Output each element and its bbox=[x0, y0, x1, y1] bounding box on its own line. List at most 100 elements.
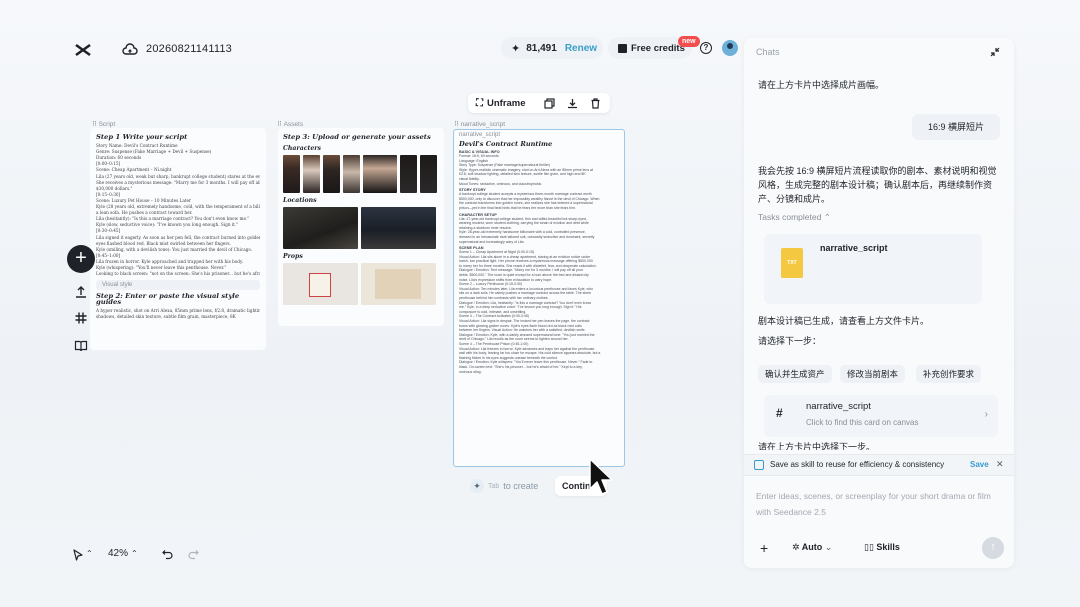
characters-row bbox=[283, 155, 439, 193]
delete-icon[interactable] bbox=[590, 97, 601, 109]
save-skill-button[interactable]: Save bbox=[970, 460, 989, 469]
locations-row bbox=[283, 207, 439, 249]
character-thumbnail[interactable] bbox=[343, 155, 360, 193]
story-lines: A bankrupt college student accepts a mys… bbox=[459, 192, 619, 210]
pointer-tool-icon[interactable] bbox=[72, 549, 84, 561]
tasks-completed-toggle[interactable]: Tasks completed ⌃ bbox=[758, 212, 831, 223]
download-icon[interactable] bbox=[567, 98, 578, 109]
renew-link[interactable]: Renew bbox=[565, 43, 597, 54]
chevron-up-icon[interactable]: ⌃ bbox=[131, 549, 138, 558]
redo-icon[interactable] bbox=[188, 549, 199, 560]
prop-thumbnail[interactable] bbox=[283, 263, 358, 305]
location-thumbnail[interactable] bbox=[283, 207, 358, 249]
mouse-cursor-icon bbox=[589, 458, 613, 495]
script-panel-label: ⠿ Script bbox=[92, 121, 116, 128]
props-label: Props bbox=[283, 253, 303, 260]
script-line: She receives a mysterious message: "Marr… bbox=[96, 179, 260, 185]
node-toolbar: ⛶ Unframe bbox=[468, 93, 610, 113]
chat-input[interactable]: Enter ideas, scenes, or screenplay for y… bbox=[756, 488, 1006, 520]
chip-modify-script[interactable]: 修改当前剧本 bbox=[840, 365, 906, 383]
gift-icon bbox=[618, 43, 627, 53]
character-lines: Lila: 27-year-old bankrupt college stude… bbox=[459, 217, 619, 245]
chevron-down-icon: ⌄ bbox=[824, 542, 833, 552]
chip-add-requirements[interactable]: 补充创作要求 bbox=[916, 365, 982, 383]
assistant-message: 剧本设计稿已生成，请查看上方文件卡片。 bbox=[758, 316, 930, 326]
hash-grid-icon[interactable] bbox=[74, 311, 88, 325]
script-panel[interactable]: Step 1 Write your script Story Name: Dev… bbox=[90, 128, 266, 350]
basic-lines: Format: 16:9, 60 seconds Language: Englis… bbox=[459, 154, 619, 186]
step1-title: Step 1 Write your script bbox=[96, 133, 188, 141]
character-thumbnail[interactable] bbox=[323, 155, 340, 193]
credits-pill[interactable]: ✦ 81,491 Renew bbox=[501, 37, 603, 59]
input-toolbar: + ✲ Auto ⌄ ▯▯ Skills ↑ bbox=[756, 537, 1006, 559]
narrative-line: ominous sting. bbox=[459, 369, 482, 374]
character-thumbnail[interactable] bbox=[400, 155, 417, 193]
script-line: Lila (27 years old, weak but sharp, bank… bbox=[96, 173, 260, 179]
canvas-link-card[interactable]: # narrative_script Click to find this ca… bbox=[764, 395, 998, 437]
chip-confirm-generate-assets[interactable]: 确认并生成资产 bbox=[758, 365, 832, 383]
location-thumbnail[interactable] bbox=[361, 207, 436, 249]
chevron-up-icon: ⌃ bbox=[823, 212, 831, 222]
free-credits-label: Free credits bbox=[631, 42, 685, 54]
step2-line: shadows, detailed skin texture, subtle f… bbox=[96, 314, 236, 320]
save-skill-text: Save as skill to reuse for efficiency & … bbox=[770, 460, 945, 469]
narrative-line: supernatural and increasingly wary of Li… bbox=[459, 239, 525, 244]
save-skill-bar: Save as skill to reuse for efficiency & … bbox=[744, 454, 1014, 476]
locations-label: Locations bbox=[283, 197, 317, 204]
character-thumbnail[interactable] bbox=[420, 155, 437, 193]
tab-key-label: Tab bbox=[488, 482, 500, 490]
script-line: Kyle (smiling, with a devilish tone): Yo… bbox=[96, 246, 253, 252]
help-icon[interactable]: ? bbox=[700, 42, 712, 54]
project-title[interactable]: 20260821141113 bbox=[146, 43, 232, 55]
close-icon[interactable]: ✕ bbox=[996, 459, 1004, 470]
grid-icon: ⠿ bbox=[454, 121, 461, 128]
undo-icon[interactable] bbox=[162, 549, 173, 560]
file-card[interactable]: TXT narrative_script bbox=[764, 234, 982, 304]
character-thumbnail[interactable] bbox=[363, 155, 397, 193]
send-button[interactable]: ↑ bbox=[982, 537, 1004, 559]
character-thumbnail[interactable] bbox=[283, 155, 300, 193]
grid-icon: ⠿ bbox=[92, 121, 99, 128]
chevron-up-icon[interactable]: ⌃ bbox=[86, 549, 93, 558]
visual-style-input[interactable]: Visual style bbox=[96, 280, 260, 291]
tab-to-create-hint[interactable]: ✦ Tab to create bbox=[470, 476, 554, 496]
narrative-overlay-label: narrative_script bbox=[459, 132, 501, 138]
upload-icon[interactable] bbox=[74, 285, 88, 299]
auto-mode-button[interactable]: ✲ Auto ⌄ bbox=[792, 542, 832, 553]
collapse-icon[interactable] bbox=[990, 47, 1000, 57]
assistant-message: 我会先按 16:9 横屏短片流程读取你的剧本、素材说明和视觉风格，生成完整的剧本… bbox=[758, 166, 997, 204]
capcut-logo-icon[interactable] bbox=[74, 42, 92, 58]
file-card-name: narrative_script bbox=[820, 243, 888, 253]
bookmark-icon bbox=[754, 460, 764, 470]
assistant-message: 请在上方卡片中选择成片画幅。 bbox=[758, 80, 885, 90]
add-attachment-button[interactable]: + bbox=[760, 540, 768, 556]
scene-lines: Scene 1 – Cheap Apartment at Night (0:00… bbox=[459, 250, 619, 374]
chevron-right-icon: › bbox=[984, 409, 988, 420]
narrative-script-panel[interactable]: narrative_script Devil's Contract Runtim… bbox=[453, 129, 625, 467]
avatar[interactable] bbox=[722, 40, 738, 56]
credits-count: 81,491 bbox=[526, 42, 557, 54]
script-line: Kyle (slow, seductive voice): "I've know… bbox=[96, 222, 239, 228]
assets-panel[interactable]: Step 3: Upload or generate your assets C… bbox=[278, 128, 444, 326]
narrative-line: prison—yet in the final beat hints that … bbox=[459, 205, 576, 210]
grid-icon: ⠿ bbox=[277, 121, 284, 128]
old-paper bbox=[375, 269, 421, 299]
chat-panel: Chats 请在上方卡片中选择成片画幅。 16:9 横屏短片 我会先按 16:9… bbox=[744, 38, 1014, 568]
add-node-button[interactable]: + bbox=[67, 245, 95, 273]
character-thumbnail[interactable] bbox=[303, 155, 320, 193]
canvas-card-subtitle: Click to find this card on canvas bbox=[806, 418, 919, 427]
skills-button[interactable]: ▯▯ Skills bbox=[864, 542, 900, 553]
zoom-level[interactable]: 42% bbox=[108, 548, 128, 559]
book-icon[interactable] bbox=[74, 339, 88, 353]
unframe-label: Unframe bbox=[487, 97, 526, 109]
unframe-button[interactable]: ⛶ Unframe bbox=[468, 98, 536, 109]
prop-thumbnail[interactable] bbox=[361, 263, 436, 305]
script-lines: Story Name: Devil's Contract Runtime Genr… bbox=[96, 143, 260, 277]
narrative-line: Mood Tones: seductive, ominous, and clau… bbox=[459, 181, 543, 186]
assets-panel-label: ⠿ Assets bbox=[277, 121, 304, 128]
step2-title: Step 2: Enter or paste the visual style … bbox=[96, 292, 240, 307]
assistant-message: 请选择下一步： bbox=[758, 336, 822, 346]
cloud-sync-icon[interactable] bbox=[122, 42, 138, 58]
new-badge: new bbox=[678, 36, 700, 47]
duplicate-icon[interactable] bbox=[544, 97, 555, 109]
